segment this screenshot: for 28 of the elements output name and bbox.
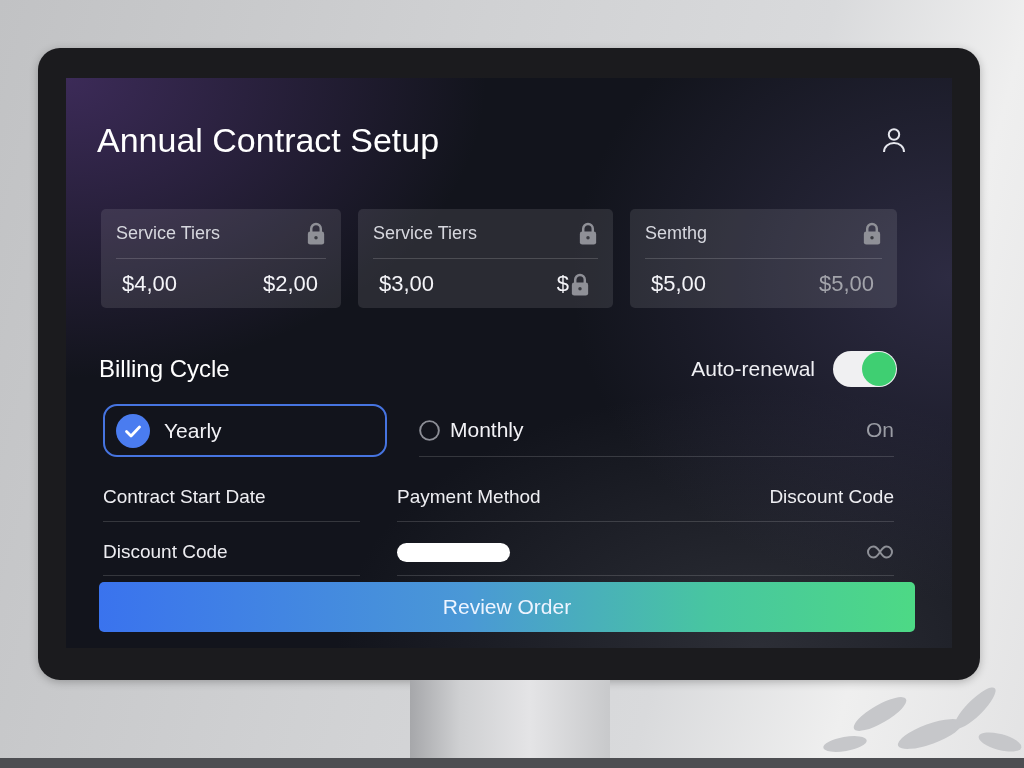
radio-option[interactable]: Yearly: [103, 404, 387, 457]
toggle-label: Auto-renewal: [691, 356, 815, 382]
field-label: Discount Code: [769, 486, 894, 508]
price-text: $4,00: [122, 270, 178, 298]
infinity-icon: [866, 544, 894, 560]
lock-icon: [578, 221, 598, 245]
tier-label: Semthg: [645, 222, 708, 244]
input-field[interactable]: [397, 542, 510, 562]
lock-icon: [306, 221, 326, 245]
tier-label: Service Tiers: [373, 222, 478, 244]
check-icon: [116, 413, 150, 448]
field-label: Discount Code: [103, 541, 228, 563]
price-text: $5,00: [651, 270, 707, 298]
lock-icon: [862, 221, 882, 245]
page-title: Annual Contract Setup: [97, 120, 440, 160]
radio-option[interactable]: Monthly: [419, 417, 524, 443]
radio-icon: [419, 419, 440, 441]
field-label: Payment Method: [397, 486, 541, 508]
price-text: $: [556, 270, 569, 298]
price-text: $3,00: [379, 270, 435, 298]
tier-label: Service Tiers: [116, 222, 221, 244]
price-text: $2,00: [262, 270, 318, 298]
price-text: $5,00: [818, 270, 874, 298]
toggle-switch[interactable]: [833, 351, 897, 387]
status-text: On: [866, 417, 894, 443]
section-heading: Billing Cycle: [99, 354, 230, 384]
field-label: Contract Start Date: [103, 486, 266, 508]
user-icon[interactable]: [882, 127, 906, 153]
